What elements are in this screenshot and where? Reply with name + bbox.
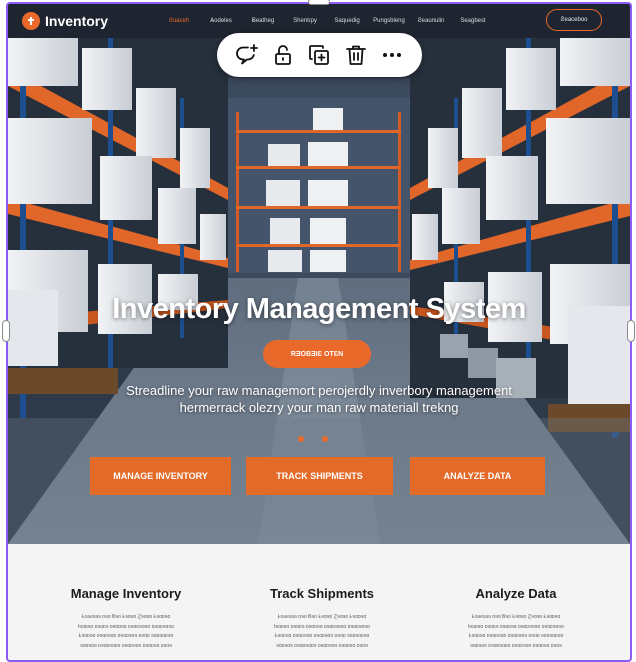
- feature-text: Ƚoaesaɘ ɒɘɑ Ƀɘo Ƚɘɑɘɒ Ɀɘɑɘɒ Ƚɘɑɒɘɑ ƚɘɑɒɘ…: [274, 614, 370, 649]
- nav-cta-button[interactable]: Ƨeaceboo: [546, 9, 602, 31]
- resize-handle-left[interactable]: [2, 320, 10, 342]
- feature-text: Ƚoaesaɘ ɒɘɑ Ƀɘo Ƚɘɑɘɒ Ɀɘɑɘɒ Ƚɘɑɒɘɑ ƚɘɑɒɘ…: [78, 614, 174, 649]
- nav-link[interactable]: Ƨeaunulin: [410, 18, 452, 24]
- nav-link[interactable]: Ѧodeles: [200, 18, 242, 24]
- nav-link[interactable]: Ƨuaceh: [158, 18, 200, 24]
- feature-title: Analyze Data: [475, 586, 557, 601]
- hero-section: Inventory Management System RƎOBƎIƐ OTƐN…: [8, 38, 630, 544]
- nav-link[interactable]: Saquedig: [326, 18, 368, 24]
- manage-inventory-button[interactable]: MANAGE INVENTORY: [90, 457, 231, 495]
- more-icon[interactable]: [379, 42, 405, 68]
- delete-icon[interactable]: [343, 42, 369, 68]
- hero-title: Inventory Management System: [112, 293, 526, 325]
- track-shipments-button[interactable]: TRACK SHIPMENTS: [246, 457, 393, 495]
- nav-link[interactable]: Pungsbleng: [368, 18, 410, 24]
- nav-links: Ƨuaceh Ѧodeles Ƀeatheg Shentıpy Saquedig…: [158, 18, 494, 24]
- hero-subtitle-line: hermerrack olezry your man raw materiall…: [179, 400, 459, 415]
- hero-pill-button[interactable]: RƎOBƎIƐ OTƐN: [263, 340, 371, 368]
- carousel-dot[interactable]: [298, 436, 304, 442]
- feature-card: Analyze Data Ƚoaesaɘ ɒɘɑ Ƀɘo Ƚɘɑɘɒ Ɀɘɑɘɒ…: [428, 586, 604, 651]
- resize-handle-top[interactable]: [308, 0, 330, 5]
- nav-link[interactable]: Shentıpy: [284, 18, 326, 24]
- brand-name: Inventory: [45, 13, 109, 29]
- feature-title: Manage Inventory: [70, 586, 182, 601]
- analyze-data-button[interactable]: ANALYZE DATA: [410, 457, 545, 495]
- hero-subtitle-line: Streadline your raw managemort perojerdl…: [126, 383, 512, 398]
- feature-title: Track Shipments: [269, 586, 375, 601]
- carousel-dot[interactable]: [322, 436, 328, 442]
- unlock-icon[interactable]: [270, 42, 296, 68]
- features-section: Manage Inventory Ƚoaesaɘ ɒɘɑ Ƀɘo Ƚɘɑɘɒ Ɀ…: [8, 544, 630, 662]
- hero-subtitle: Streadline your raw managemort perojerdl…: [98, 382, 540, 416]
- website-canvas: Inventory Ƨuaceh Ѧodeles Ƀeatheg Shentıp…: [8, 4, 630, 662]
- duplicate-icon[interactable]: [306, 42, 332, 68]
- feature-text: Ƚoaesaɘ ɒɘɑ Ƀɘo Ƚɘɑɘɒ Ɀɘɑɘɒ Ƚɘɑɒɘɑ ƚɘɑɒɘ…: [468, 614, 564, 649]
- floating-toolbar: [217, 33, 422, 77]
- nav-link[interactable]: Ƀeatheg: [242, 18, 284, 24]
- feature-card: Track Shipments Ƚoaesaɘ ɒɘɑ Ƀɘo Ƚɘɑɘɒ Ɀɘ…: [234, 586, 410, 651]
- brand-logo[interactable]: Inventory: [22, 12, 108, 30]
- brand-icon: [22, 12, 40, 30]
- carousel-dots: [298, 436, 328, 442]
- comment-add-icon[interactable]: [234, 42, 260, 68]
- resize-handle-right[interactable]: [627, 320, 635, 342]
- feature-card: Manage Inventory Ƚoaesaɘ ɒɘɑ Ƀɘo Ƚɘɑɘɒ Ɀ…: [38, 586, 214, 651]
- nav-link[interactable]: Seagbest: [452, 18, 494, 24]
